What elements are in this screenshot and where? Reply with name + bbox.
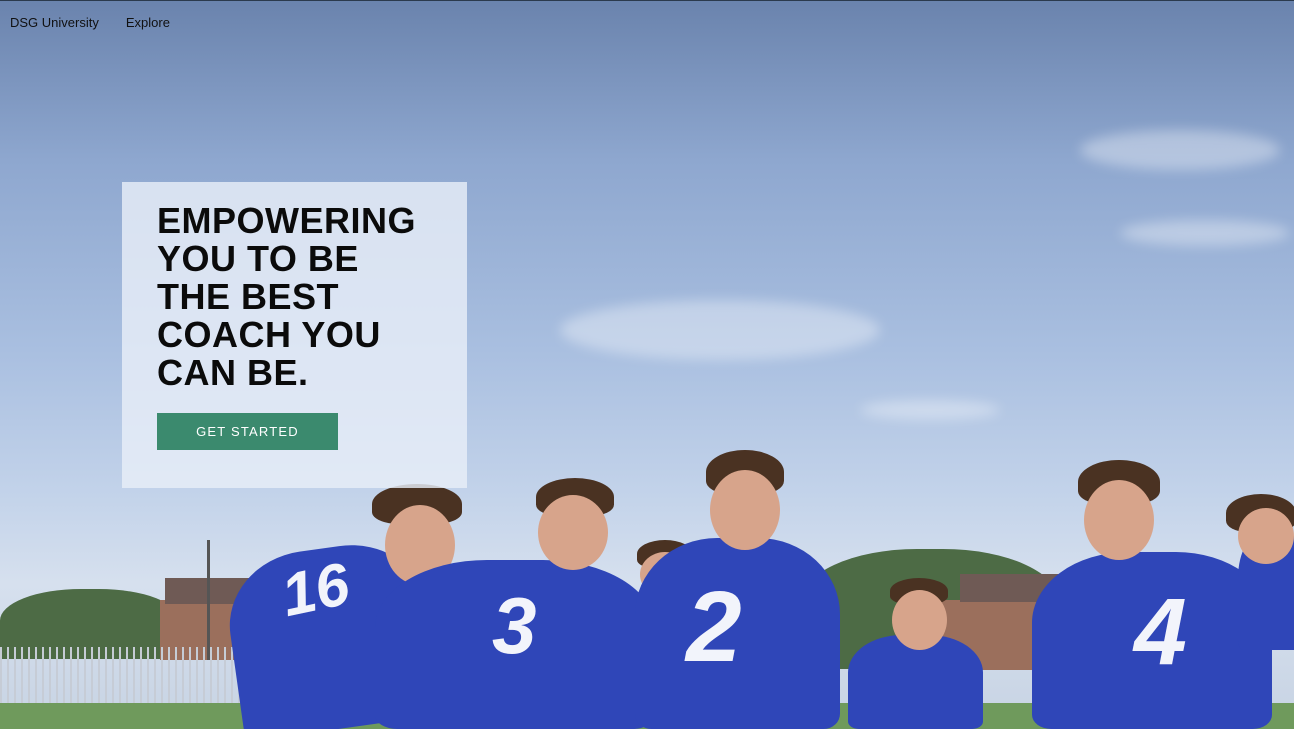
floodlight-pole	[207, 540, 210, 660]
nav-explore-link[interactable]: Explore	[126, 15, 170, 30]
get-started-button[interactable]: GET STARTED	[157, 413, 338, 450]
hero-card: EMPOWERING YOU TO BE THE BEST COACH YOU …	[122, 182, 467, 488]
jersey-number: 3	[492, 581, 537, 670]
jersey-number: 2	[686, 571, 742, 683]
jersey-number: 16	[275, 549, 355, 630]
nav-brand-link[interactable]: DSG University	[10, 15, 99, 30]
top-border	[0, 0, 1294, 1]
jersey-number: 4	[1134, 579, 1187, 685]
top-nav: DSG University Explore	[10, 15, 170, 30]
hero-headline: EMPOWERING YOU TO BE THE BEST COACH YOU …	[157, 200, 417, 393]
